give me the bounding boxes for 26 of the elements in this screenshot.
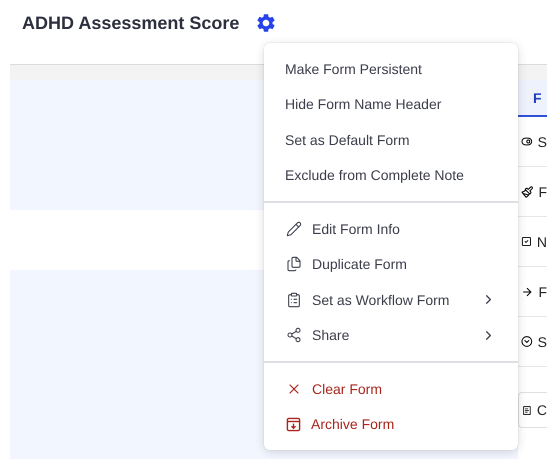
brush-icon [521, 184, 534, 198]
settings-icon[interactable] [255, 12, 278, 34]
menu-item[interactable]: Duplicate Form [264, 246, 518, 282]
form-title: ADHD Assessment Score [22, 12, 240, 34]
checkbox-icon [521, 234, 532, 249]
clipboard-icon [286, 292, 302, 308]
menu-item[interactable]: Set as Workflow Form [264, 282, 518, 318]
menu-item[interactable]: Hide Form Name Header [264, 86, 518, 122]
menu-item[interactable]: Make Form Persistent [264, 51, 518, 86]
menu-item[interactable]: Exclude from Complete Note [264, 158, 518, 193]
duplicate-icon [286, 256, 302, 272]
pencil-icon [286, 220, 302, 237]
dropdown-icon [521, 334, 533, 349]
field-type-label[interactable]: F [538, 184, 547, 200]
share-icon [286, 327, 302, 344]
archive-icon [286, 416, 301, 432]
field-type-label[interactable]: S [538, 134, 547, 150]
menu-item[interactable]: Set as Default Form [264, 122, 518, 158]
field-type-label[interactable]: N [536, 234, 547, 250]
menu-item[interactable]: Clear Form [264, 371, 518, 406]
menu-item[interactable]: Edit Form Info [264, 211, 518, 246]
field-type-label[interactable]: S [538, 334, 547, 350]
menu-item[interactable]: Share [264, 318, 518, 353]
field-type-label[interactable]: F [538, 284, 547, 300]
menu-item[interactable]: Archive Form [264, 406, 518, 442]
panel-tab[interactable]: F [518, 80, 547, 117]
